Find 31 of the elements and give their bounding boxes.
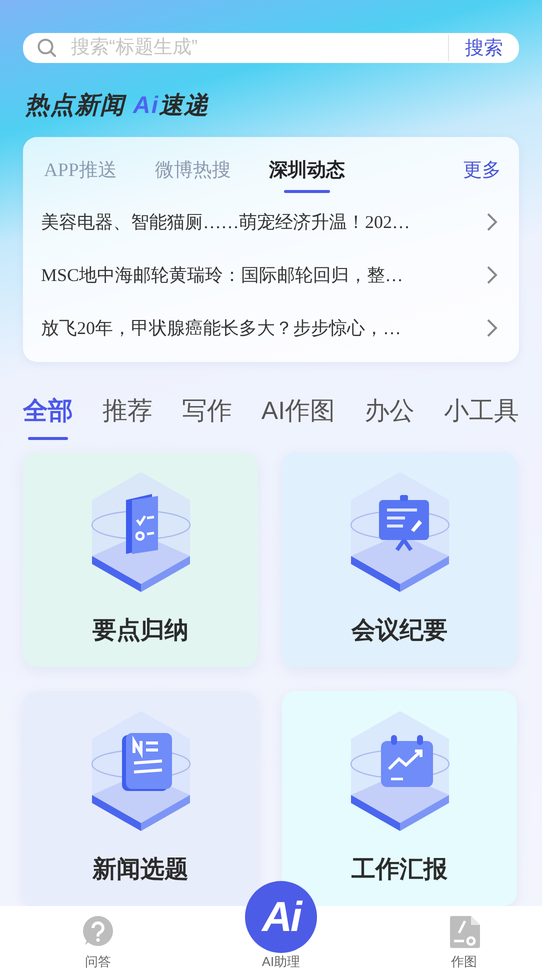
ai-assistant-button[interactable]: Ai <box>245 881 317 953</box>
chevron-right-icon <box>485 316 499 338</box>
tool-card[interactable]: 要点归纳 <box>23 452 258 667</box>
search-button[interactable]: 搜索 <box>465 35 503 61</box>
card-title: 会议纪要 <box>352 616 448 646</box>
tabbar-item[interactable]: 问答 <box>76 906 120 978</box>
category-tab[interactable]: 推荐 <box>102 394 152 438</box>
news-headline[interactable]: 美容电器、智能猫厕……萌宠经济升温！202… <box>41 210 485 234</box>
news-headline[interactable]: 放飞20年，甲状腺癌能长多大？步步惊心，… <box>41 316 485 340</box>
category-tab[interactable]: 写作 <box>182 394 232 438</box>
question-icon <box>81 915 115 949</box>
tool-card[interactable]: 会议纪要 <box>282 452 517 667</box>
category-tab[interactable]: 小工具 <box>444 394 519 438</box>
chevron-right-icon <box>485 264 499 286</box>
category-tab[interactable]: 全部 <box>23 394 73 438</box>
section-title: 热点新闻 Ai速递 <box>25 91 210 121</box>
chevron-right-icon <box>485 210 499 232</box>
category-tab[interactable]: AI作图 <box>261 394 336 438</box>
search-field[interactable]: 搜索“标题生成” 搜索 <box>23 33 519 63</box>
card-title: 要点归纳 <box>92 616 188 646</box>
news-tab[interactable]: 深圳动态 <box>268 157 345 193</box>
search-icon <box>37 38 57 58</box>
drawing-document-icon <box>447 915 481 949</box>
category-tab[interactable]: 办公 <box>364 394 414 438</box>
news-headline[interactable]: MSC地中海邮轮黄瑞玲：国际邮轮回归，整… <box>41 262 485 286</box>
tool-card[interactable]: 新闻选题 <box>23 691 258 906</box>
tabbar-item[interactable]: 作图 <box>442 906 486 978</box>
card-title: 新闻选题 <box>92 855 188 885</box>
more-link[interactable]: 更多 <box>463 157 501 183</box>
tabbar-label[interactable]: AI助理 <box>262 953 300 971</box>
card-title: 工作汇报 <box>352 855 448 885</box>
